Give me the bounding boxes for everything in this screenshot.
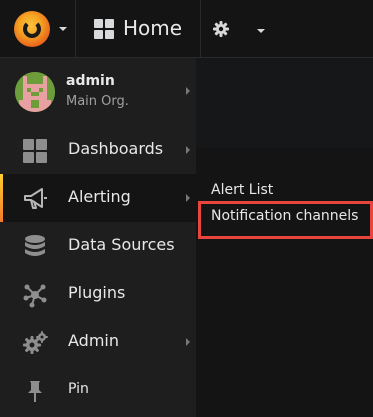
sidebar-item-label: Admin (68, 331, 119, 350)
sidebar-item-plugins[interactable]: Plugins (0, 270, 196, 318)
dashboard-picker-button[interactable]: Home (77, 0, 265, 58)
dashboard-title: Home (123, 16, 183, 40)
highlight-box (198, 201, 373, 239)
sidebar-item-label: Dashboards (68, 139, 164, 158)
sidebar-item-admin[interactable]: Admin (0, 318, 196, 366)
sidebar-item-label: Alerting (68, 187, 131, 206)
sidebar-item-data-sources[interactable]: Data Sources (0, 222, 196, 270)
dashboard-settings-button[interactable] (202, 0, 240, 58)
user-name: admin (66, 73, 115, 89)
user-org: Main Org. (66, 94, 129, 109)
sidebar-item-label: Data Sources (68, 235, 175, 254)
alerting-submenu: Alert List Notification channels (196, 148, 373, 417)
grafana-logo-icon (14, 11, 50, 47)
sidebar-item-label: Pin (68, 381, 89, 397)
user-profile-item[interactable]: admin Main Org. (0, 58, 196, 122)
sidebar-item-dashboards[interactable]: Dashboards (0, 126, 196, 174)
caret-down-icon (59, 27, 67, 31)
sidebar-item-alerting[interactable]: Alerting (0, 174, 196, 222)
database-icon (22, 234, 48, 260)
chevron-right-icon (186, 87, 190, 95)
admin-gears-icon (22, 330, 48, 356)
chevron-right-icon (186, 338, 190, 346)
sidebar-item-label: Plugins (68, 283, 126, 302)
alerting-icon (22, 186, 48, 212)
submenu-item-alert-list[interactable]: Alert List (211, 182, 273, 198)
top-navbar: Home (0, 0, 373, 58)
chevron-right-icon (186, 194, 190, 202)
chevron-right-icon (186, 146, 190, 154)
sidebar-item-pin[interactable]: Pin (0, 366, 196, 414)
pin-icon (22, 378, 48, 404)
grafana-logo-menu-button[interactable] (0, 0, 76, 58)
dashboard-grid-icon (94, 19, 114, 39)
plugins-icon (22, 282, 48, 308)
side-menu: admin Main Org. Dashboards Alerting Data… (0, 58, 196, 417)
avatar (15, 72, 55, 112)
caret-down-icon (257, 29, 265, 33)
dashboards-icon (22, 138, 48, 164)
gear-icon (213, 21, 229, 37)
